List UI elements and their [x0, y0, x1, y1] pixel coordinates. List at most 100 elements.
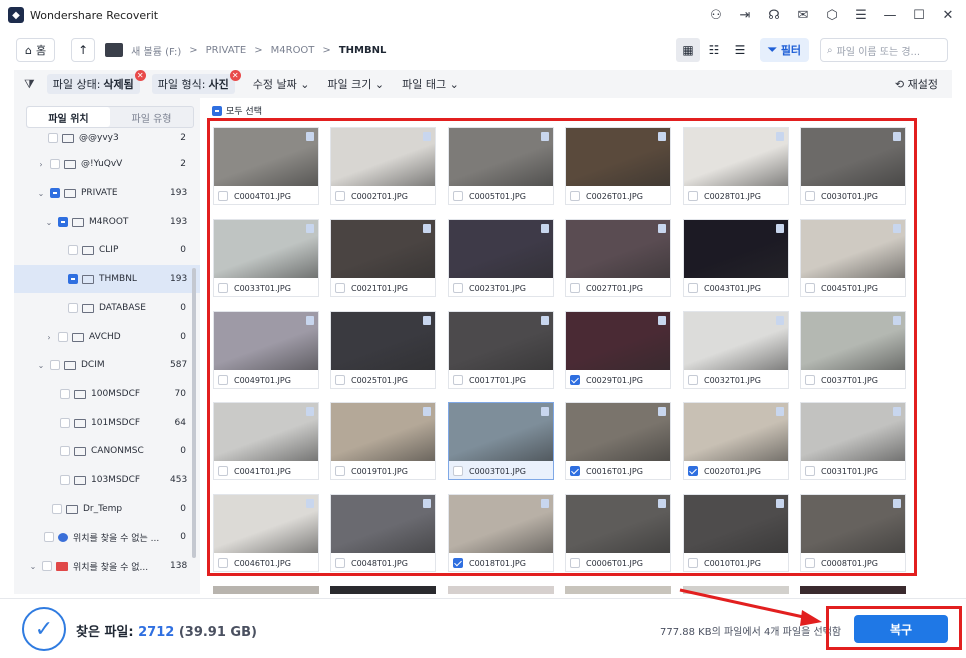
- lost-location-icon: [58, 532, 68, 542]
- checkbox[interactable]: [50, 159, 60, 169]
- home-icon: ⌂: [25, 43, 32, 57]
- tree-item-count: 193: [170, 188, 188, 198]
- close-icon[interactable]: ✕: [938, 8, 958, 23]
- home-button[interactable]: ⌂ 홈: [16, 38, 56, 62]
- checkbox[interactable]: [68, 245, 78, 255]
- select-all[interactable]: 모두 선택: [212, 104, 262, 117]
- maximize-icon[interactable]: ☐: [909, 8, 929, 23]
- tree-item[interactable]: Dr_Temp 0: [14, 495, 200, 523]
- checkbox[interactable]: [58, 217, 68, 227]
- chevron-down-icon[interactable]: ⌄: [36, 189, 46, 198]
- drive-icon: [105, 43, 124, 57]
- checkbox[interactable]: [42, 561, 52, 571]
- tree-item[interactable]: DATABASE 0: [14, 294, 200, 322]
- folder-icon: [74, 446, 86, 456]
- tag-dropdown[interactable]: 파일 태그 ⌄: [402, 76, 459, 92]
- tree-item[interactable]: ⌄ PRIVATE 193: [14, 179, 200, 207]
- tree-item[interactable]: › AVCHD 0: [14, 323, 200, 351]
- up-button[interactable]: ↑: [71, 38, 96, 62]
- tree-item-label: PRIVATE: [81, 188, 118, 198]
- checkbox[interactable]: [52, 504, 62, 514]
- date-dropdown-label: 수정 날짜: [252, 78, 297, 91]
- tree-item[interactable]: 101MSDCF 64: [14, 409, 200, 437]
- chevron-right-icon[interactable]: ›: [36, 160, 46, 169]
- folder-icon: [82, 303, 94, 313]
- search-input[interactable]: ⌕ 파일 이름 또는 경...: [820, 38, 948, 62]
- checkbox[interactable]: [60, 418, 70, 428]
- select-all-checkbox[interactable]: [212, 105, 222, 116]
- status-filter-chip[interactable]: 파일 상태: 삭제됨 ✕: [46, 70, 146, 94]
- status-filter-value: 삭제됨: [103, 78, 134, 91]
- tree-item[interactable]: 100MSDCF 70: [14, 380, 200, 408]
- settings-icon[interactable]: ⬡: [822, 8, 842, 23]
- breadcrumb-item[interactable]: 새 볼륨 (F:): [131, 43, 181, 58]
- tree-item[interactable]: CANONMSC 0: [14, 437, 200, 465]
- checkbox[interactable]: [68, 303, 78, 313]
- tree-item-count: 2: [180, 133, 186, 143]
- minimize-icon[interactable]: —: [880, 8, 900, 23]
- tree-item[interactable]: 위치를 찾을 수 없는 ... 0: [14, 523, 200, 551]
- breadcrumb-item[interactable]: M4ROOT: [271, 45, 315, 56]
- tree-item-label: DCIM: [81, 360, 105, 370]
- checkmark-icon: ✓: [22, 607, 66, 651]
- checkbox[interactable]: [68, 274, 78, 284]
- title-bar: ◆ Wondershare Recoverit ⚇ ⇥ ☊ ✉ ⬡ ☰ — ☐ …: [0, 0, 966, 30]
- checkbox[interactable]: [58, 332, 68, 342]
- chevron-right-icon[interactable]: ›: [44, 333, 54, 342]
- checkbox[interactable]: [48, 133, 58, 143]
- menu-icon[interactable]: ☰: [851, 8, 871, 23]
- tree-item-selected[interactable]: THMBNL 193: [14, 265, 200, 293]
- checkbox[interactable]: [50, 360, 60, 370]
- remove-chip-icon[interactable]: ✕: [229, 70, 241, 81]
- account-icon[interactable]: ⚇: [706, 8, 726, 23]
- checkbox[interactable]: [44, 532, 54, 542]
- file-thumbnail-partial: [330, 586, 436, 594]
- list-view-icon[interactable]: ☰: [728, 38, 752, 62]
- sidebar-scrollbar[interactable]: [192, 268, 196, 558]
- folder-icon: [82, 274, 94, 284]
- tree-item[interactable]: ⌄ 위치를 찾을 수 없... 138: [14, 552, 200, 580]
- tree-item[interactable]: 103MSDCF 453: [14, 466, 200, 494]
- found-count: 2712: [138, 625, 175, 640]
- chevron-down-icon[interactable]: ⌄: [44, 218, 54, 227]
- tree-item-label: 위치를 찾을 수 없는 ...: [73, 533, 160, 544]
- tree-item[interactable]: CLIP 0: [14, 236, 200, 264]
- app-logo-icon: ◆: [8, 7, 24, 23]
- filter-button[interactable]: ⏷ 필터: [760, 38, 810, 62]
- tree-item[interactable]: ⌄ DCIM 587: [14, 351, 200, 379]
- tree-item[interactable]: ⌄ M4ROOT 193: [14, 208, 200, 236]
- type-filter-value: 사진: [208, 78, 229, 91]
- search-icon: ⌕: [827, 44, 833, 56]
- nav-bar: ⌂ 홈 ↑ 새 볼륨 (F:) > PRIVATE > M4ROOT > THM…: [0, 34, 966, 66]
- type-filter-label: 파일 형식:: [157, 78, 206, 91]
- tree-item[interactable]: › @!YuQvV 2: [14, 150, 200, 178]
- file-thumbnail-partial: [800, 586, 906, 594]
- export-icon[interactable]: ⇥: [735, 8, 755, 23]
- date-dropdown[interactable]: 수정 날짜 ⌄: [253, 76, 310, 92]
- filter-label: 필터: [780, 44, 802, 57]
- chevron-down-icon[interactable]: ⌄: [28, 562, 38, 571]
- breadcrumb-item[interactable]: PRIVATE: [206, 45, 247, 56]
- grid-view-icon[interactable]: ▦: [676, 38, 700, 62]
- reset-button[interactable]: ⟲ 재설정: [895, 76, 938, 92]
- found-summary: 찾은 파일: 2712 (39.91 GB): [76, 621, 257, 640]
- folder-icon: [82, 245, 94, 255]
- headset-icon[interactable]: ☊: [764, 8, 784, 23]
- size-dropdown[interactable]: 파일 크기 ⌄: [327, 76, 384, 92]
- search-placeholder: 파일 이름 또는 경...: [836, 46, 921, 58]
- file-thumbnail-partial: [683, 586, 789, 594]
- checkbox[interactable]: [50, 188, 60, 198]
- folder-icon: [62, 133, 74, 143]
- checkbox[interactable]: [60, 446, 70, 456]
- lost-file-icon: [56, 561, 68, 571]
- tree-item-label: AVCHD: [89, 332, 121, 342]
- checkbox[interactable]: [60, 389, 70, 399]
- checkbox[interactable]: [60, 475, 70, 485]
- remove-chip-icon[interactable]: ✕: [134, 70, 146, 81]
- chevron-down-icon[interactable]: ⌄: [36, 361, 46, 370]
- tree-item[interactable]: @@yvy3 2: [14, 124, 200, 152]
- mail-icon[interactable]: ✉: [793, 8, 813, 23]
- type-filter-chip[interactable]: 파일 형식: 사진 ✕: [151, 70, 241, 94]
- detail-view-icon[interactable]: ☷: [702, 38, 726, 62]
- recover-button[interactable]: 복구: [854, 615, 948, 643]
